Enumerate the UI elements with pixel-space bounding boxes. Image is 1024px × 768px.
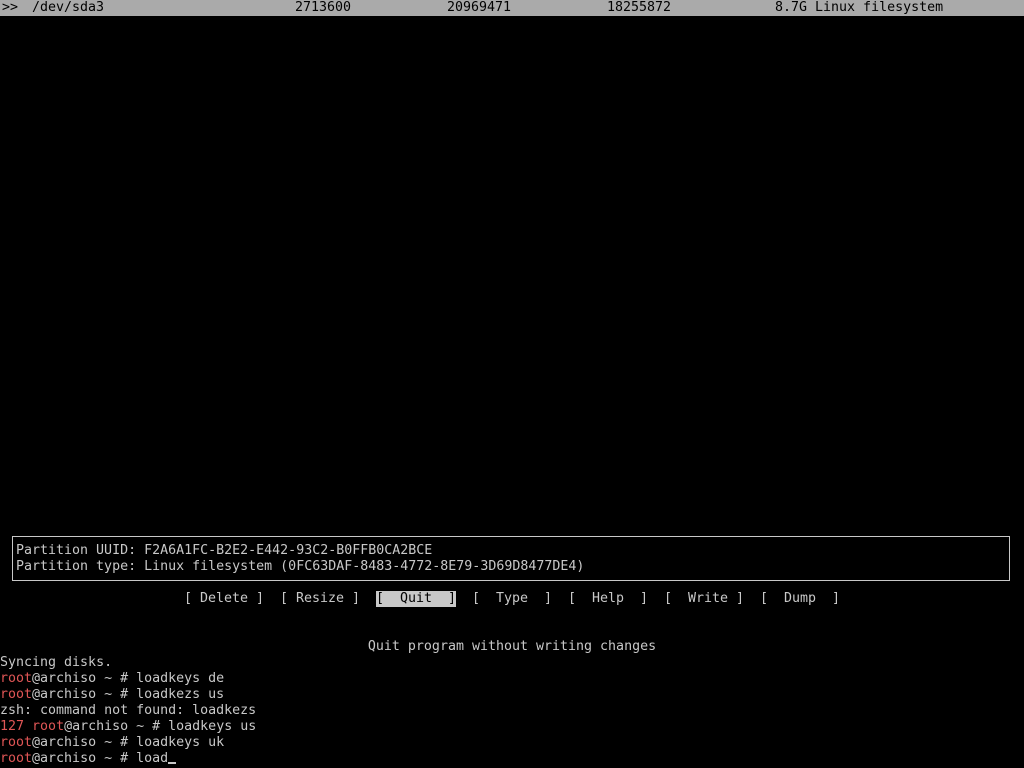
- dump-button[interactable]: [ Dump ]: [760, 591, 840, 607]
- partition-size-type: 8.7G Linux filesystem: [775, 0, 944, 15]
- prompt-user: root: [0, 687, 33, 702]
- terminal-line: zsh: command not found: loadkezs: [0, 703, 256, 719]
- prompt-user: root: [0, 751, 33, 766]
- partition-info-box: Partition UUID: F2A6A1FC-B2E2-E442-93C2-…: [12, 536, 1010, 581]
- write-button[interactable]: [ Write ]: [664, 591, 744, 607]
- terminal-line: root@archiso ~ # loadkeys uk: [0, 735, 224, 751]
- partition-start: 2713600: [295, 0, 352, 15]
- terminal-line: Syncing disks.: [0, 655, 112, 671]
- resize-button[interactable]: [ Resize ]: [280, 591, 360, 607]
- partition-sectors: 18255872: [607, 0, 672, 15]
- partition-row-selected[interactable]: >> /dev/sda3 2713600 20969471 18255872 8…: [0, 0, 1024, 16]
- prompt-host: @archiso ~ #: [32, 687, 137, 702]
- terminal-line: root@archiso ~ # loadkeys de: [0, 671, 224, 687]
- command-input[interactable]: load: [136, 751, 168, 766]
- terminal-line: root@archiso ~ # loadkezs us: [0, 687, 224, 703]
- partition-uuid: Partition UUID: F2A6A1FC-B2E2-E442-93C2-…: [16, 543, 433, 558]
- selection-marker: >>: [2, 0, 19, 15]
- quit-button[interactable]: [ Quit ]: [376, 591, 457, 607]
- type-button[interactable]: [ Type ]: [472, 591, 552, 607]
- partition-type: Partition type: Linux filesystem (0FC63D…: [16, 559, 585, 574]
- prompt-user: root: [0, 671, 33, 686]
- delete-button[interactable]: [ Delete ]: [184, 591, 264, 607]
- prompt-user: root: [0, 735, 33, 750]
- terminal-input-line[interactable]: root@archiso ~ # load: [0, 751, 177, 767]
- command-text: loadkeys us: [168, 719, 257, 734]
- terminal-line: 127 root@archiso ~ # loadkeys us: [0, 719, 256, 735]
- prompt-host: @archiso ~ #: [32, 751, 137, 766]
- command-text: loadkezs us: [136, 687, 225, 702]
- help-button[interactable]: [ Help ]: [568, 591, 648, 607]
- prompt-user: root: [32, 719, 65, 734]
- exit-code: 127: [0, 719, 25, 734]
- command-text: loadkeys de: [136, 671, 225, 686]
- partition-end: 20969471: [447, 0, 512, 15]
- cursor-icon: [168, 762, 177, 764]
- prompt-host: @archiso ~ #: [64, 719, 169, 734]
- partition-device: /dev/sda3: [32, 0, 105, 15]
- error-text: zsh: command not found: loadkezs: [0, 703, 257, 718]
- command-text: loadkeys uk: [136, 735, 225, 750]
- prompt-host: @archiso ~ #: [32, 671, 137, 686]
- prompt-host: @archiso ~ #: [32, 735, 137, 750]
- menu-hint: Quit program without writing changes: [367, 639, 657, 654]
- syncing-text: Syncing disks.: [0, 655, 113, 670]
